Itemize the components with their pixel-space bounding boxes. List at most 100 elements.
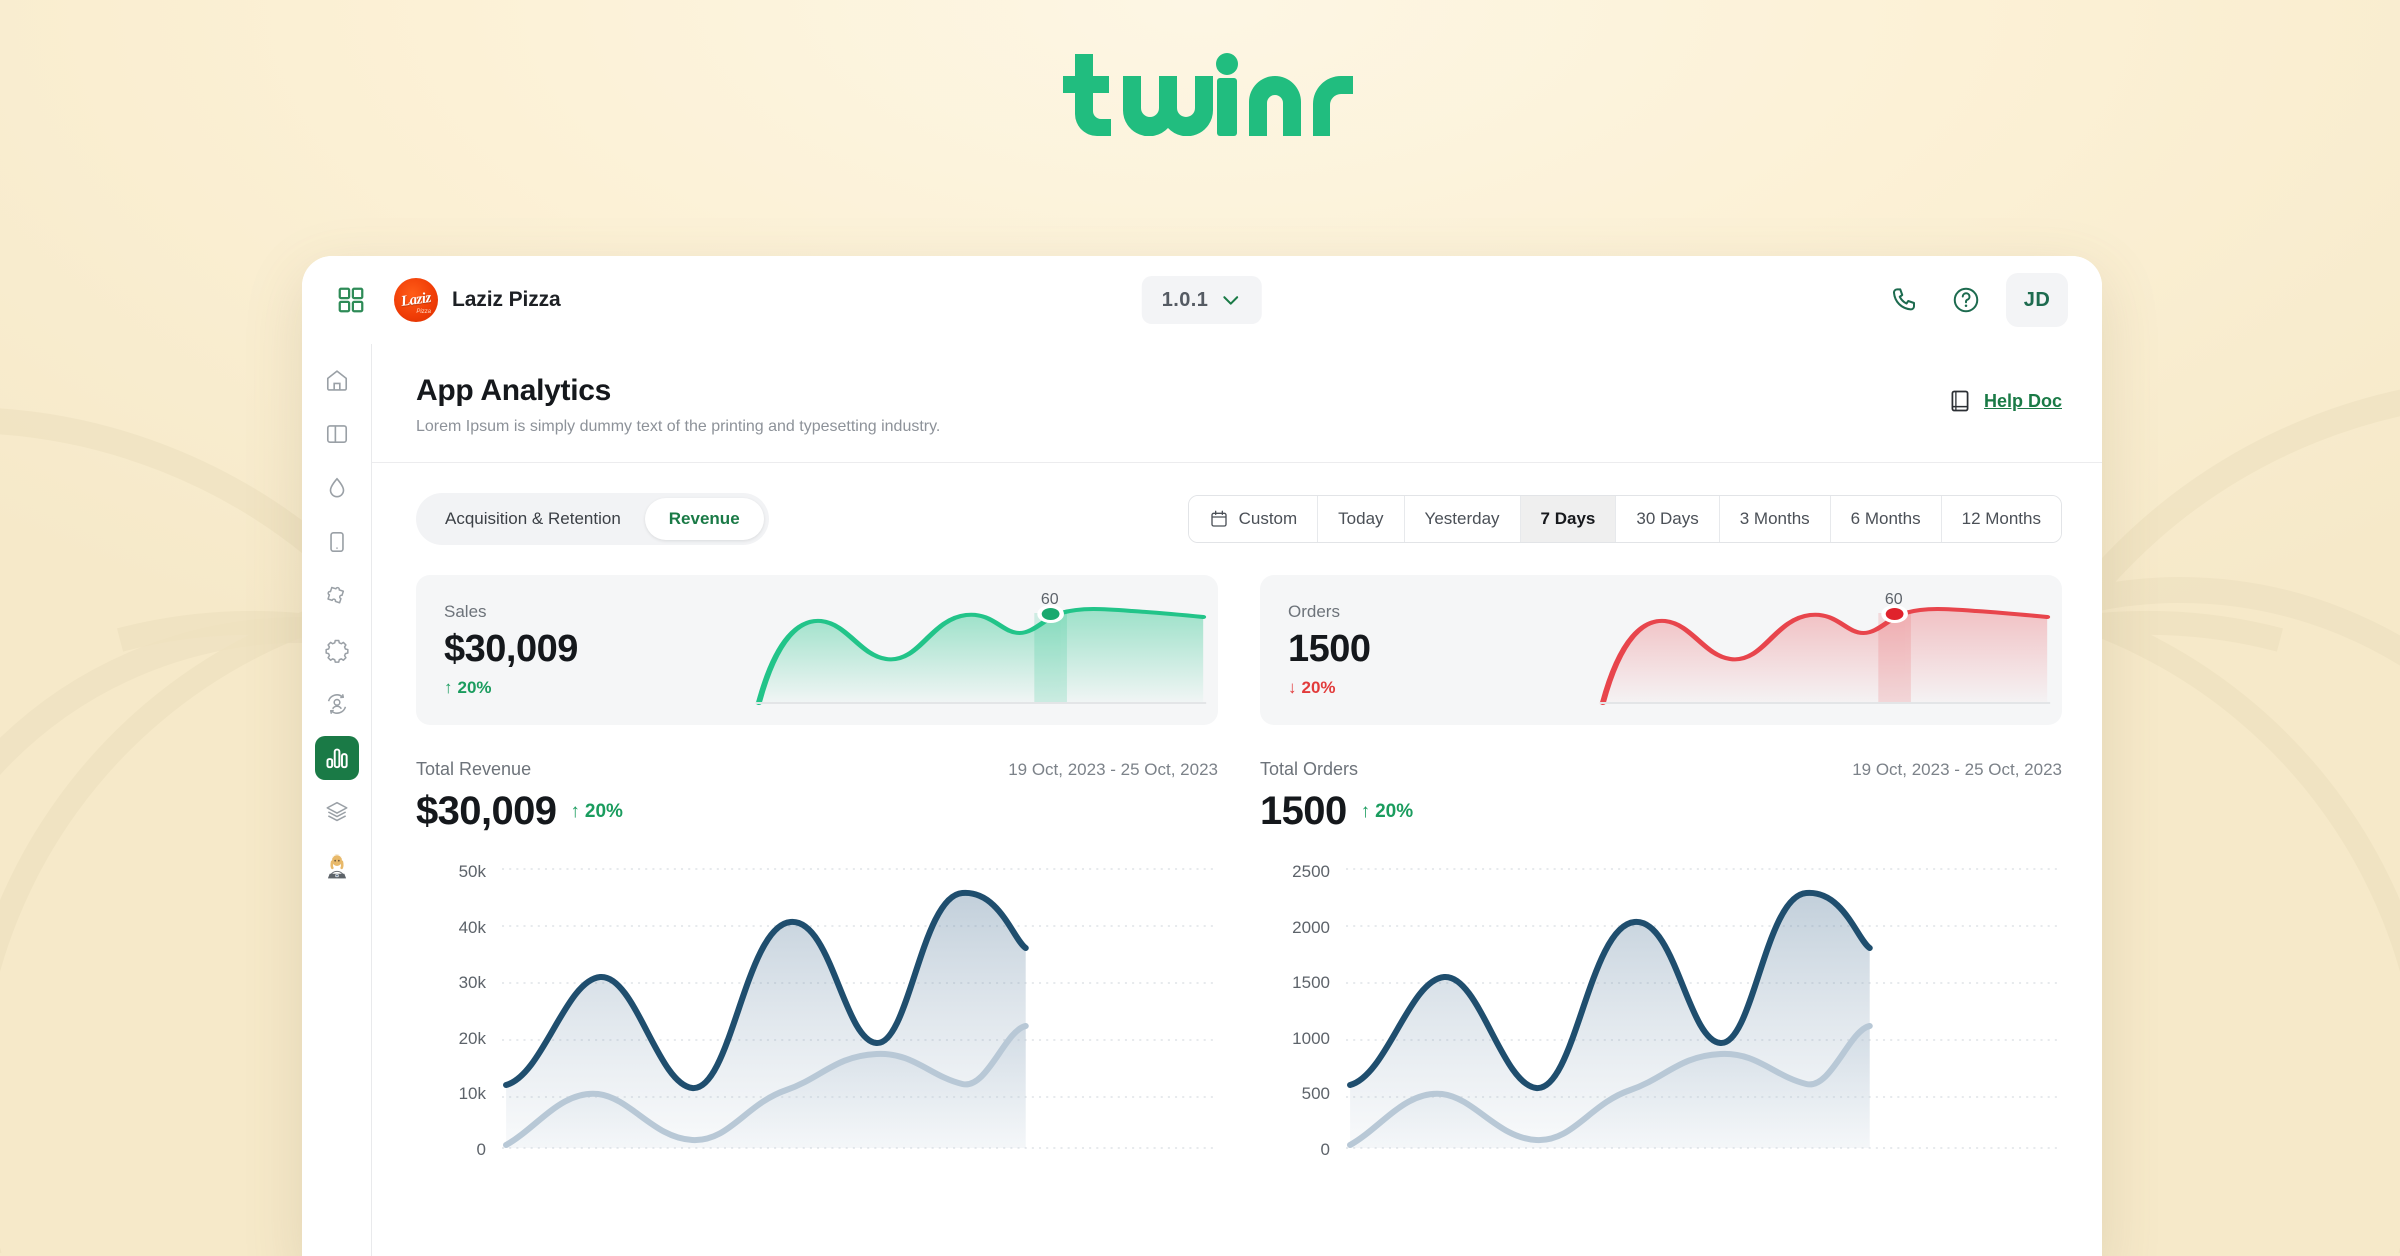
page-header-text: App Analytics Lorem Ipsum is simply dumm…: [416, 374, 940, 436]
chart-value: 1500: [1260, 789, 1347, 833]
metric-toggle: Acquisition & Retention Revenue: [416, 493, 769, 545]
stat-value: 1500: [1288, 628, 1371, 670]
chart-card-total-orders: Total Orders 19 Oct, 2023 - 25 Oct, 2023…: [1260, 759, 2062, 1160]
orders-plot-area: [1346, 860, 2062, 1160]
y-tick: 10k: [458, 1084, 486, 1104]
controls-row: Acquisition & Retention Revenue Custom T…: [372, 463, 2102, 545]
revenue-plot-area: [502, 860, 1218, 1160]
y-tick: 2000: [1292, 917, 1330, 937]
range-7-days[interactable]: 7 Days: [1520, 496, 1617, 542]
sidebar-item-analytics[interactable]: [314, 736, 359, 780]
help-button[interactable]: [1944, 278, 1988, 322]
chart-label: Total Orders: [1260, 759, 1359, 779]
panel-layout-icon: [326, 425, 347, 443]
revenue-area-chart: 50k 40k 30k 20k 10k 0: [416, 860, 1218, 1160]
sales-sparkline: 60: [744, 575, 1218, 725]
delta-arrow-down-icon: ↓: [1288, 678, 1297, 697]
delta-arrow-up-icon: ↑: [444, 678, 453, 697]
grid-icon: [338, 287, 364, 313]
book-icon: [1951, 390, 1969, 412]
sidebar-item-support-agent[interactable]: [315, 844, 359, 888]
stat-card-orders: Orders 1500 ↓ 20% 60: [1260, 575, 2062, 725]
chart-value-row: $30,009 ↑ 20%: [416, 789, 1218, 834]
delta-arrow-up-icon: ↑: [570, 800, 580, 822]
layers-icon: [325, 801, 348, 822]
range-12-months[interactable]: 12 Months: [1941, 496, 2061, 542]
droplet-icon: [329, 477, 344, 498]
help-doc-link[interactable]: Help Doc: [1947, 374, 2062, 414]
y-tick: 30k: [458, 973, 486, 993]
chart-card-header: Total Revenue 19 Oct, 2023 - 25 Oct, 202…: [416, 759, 1218, 780]
calendar-icon: [1210, 510, 1227, 527]
y-tick: 500: [1301, 1084, 1330, 1104]
phone-support-button[interactable]: [1882, 278, 1926, 322]
stat-delta: ↓ 20%: [1288, 678, 1588, 698]
home-icon: [326, 370, 347, 391]
range-yesterday[interactable]: Yesterday: [1404, 496, 1521, 542]
stat-delta: ↑ 20%: [444, 678, 744, 698]
brand-logo-subtext: Pizza: [416, 309, 431, 315]
chart-value-row: 1500 ↑ 20%: [1260, 789, 2062, 834]
chevron-down-icon: [1223, 296, 1239, 305]
chart-date-range: 19 Oct, 2023 - 25 Oct, 2023: [1008, 760, 1218, 779]
sidebar-item-settings[interactable]: [315, 628, 359, 672]
twinr-wordmark-icon: [1063, 53, 1353, 136]
help-circle-icon: [1953, 287, 1979, 313]
help-doc-label: Help Doc: [1983, 390, 2062, 411]
app-name: Laziz Pizza: [452, 288, 561, 311]
date-range-selector: Custom Today Yesterday 7 Days 30 Days 3 …: [1187, 495, 2062, 543]
range-3-months[interactable]: 3 Months: [1719, 496, 1831, 542]
sidebar-item-layout[interactable]: [315, 412, 359, 456]
page-header: App Analytics Lorem Ipsum is simply dumm…: [372, 344, 2102, 463]
range-30-days[interactable]: 30 Days: [1616, 496, 1720, 542]
stat-label: Orders: [1288, 602, 1340, 621]
range-6-months[interactable]: 6 Months: [1830, 496, 1942, 542]
stat-value: $30,009: [444, 628, 578, 670]
chart-delta: ↑ 20%: [1361, 801, 1414, 823]
app-body: App Analytics Lorem Ipsum is simply dumm…: [302, 344, 2102, 1256]
sidebar-item-home[interactable]: [315, 358, 359, 402]
stat-cards-row: Sales $30,009 ↑ 20% 60 Orders 1500 ↓ 20%…: [372, 545, 2102, 725]
charts-row: Total Revenue 19 Oct, 2023 - 25 Oct, 202…: [372, 725, 2102, 1160]
y-tick: 1500: [1292, 973, 1330, 993]
range-custom[interactable]: Custom: [1188, 496, 1319, 542]
stat-card-sales-text: Sales $30,009 ↑ 20%: [444, 602, 744, 698]
stat-label: Sales: [444, 602, 487, 621]
stat-card-sales: Sales $30,009 ↑ 20% 60: [416, 575, 1218, 725]
brand-logo-text: Laziz: [399, 289, 432, 310]
y-tick: 40k: [458, 917, 486, 937]
page-subtitle: Lorem Ipsum is simply dummy text of the …: [416, 418, 941, 435]
y-tick: 0: [476, 1139, 486, 1159]
y-tick: 0: [1320, 1139, 1330, 1159]
range-custom-label: Custom: [1238, 509, 1298, 528]
page-title: App Analytics: [416, 374, 612, 407]
support-agent-icon: [327, 854, 346, 879]
delta-value: 20%: [584, 800, 623, 822]
tab-acquisition-retention[interactable]: Acquisition & Retention: [421, 498, 645, 540]
y-tick: 50k: [458, 862, 486, 881]
y-tick: 1000: [1292, 1028, 1330, 1048]
chart-card-total-revenue: Total Revenue 19 Oct, 2023 - 25 Oct, 202…: [416, 759, 1218, 1160]
sidebar-item-user-sync[interactable]: [315, 682, 359, 726]
chart-value: $30,009: [416, 789, 557, 833]
app-window: Laziz Pizza Laziz Pizza 1.0.1 JD App Ana…: [302, 256, 2102, 1256]
sidebar-item-appearance[interactable]: [315, 466, 359, 510]
chart-label: Total Revenue: [416, 759, 532, 779]
avatar-initials: JD: [2023, 288, 2051, 311]
sidebar-item-integrations[interactable]: [315, 574, 359, 618]
user-avatar[interactable]: JD: [2006, 273, 2068, 327]
brand-block[interactable]: Laziz Pizza Laziz Pizza: [394, 278, 561, 322]
delta-value: 20%: [1301, 678, 1336, 697]
app-topbar: Laziz Pizza Laziz Pizza 1.0.1 JD: [302, 256, 2102, 344]
tab-revenue[interactable]: Revenue: [644, 498, 764, 540]
delta-value: 20%: [457, 678, 492, 697]
version-selector[interactable]: 1.0.1: [1141, 276, 1263, 324]
delta-arrow-up-icon: ↑: [1360, 800, 1371, 822]
puzzle-piece-icon: [326, 586, 344, 604]
sidebar-item-device-preview[interactable]: [315, 520, 359, 564]
sales-sparkline-tooltip: 60: [1040, 591, 1059, 608]
range-today[interactable]: Today: [1318, 496, 1405, 542]
sidebar-nav: [302, 344, 372, 1256]
grid-menu-button[interactable]: [330, 279, 372, 321]
sidebar-item-layers[interactable]: [315, 790, 359, 834]
